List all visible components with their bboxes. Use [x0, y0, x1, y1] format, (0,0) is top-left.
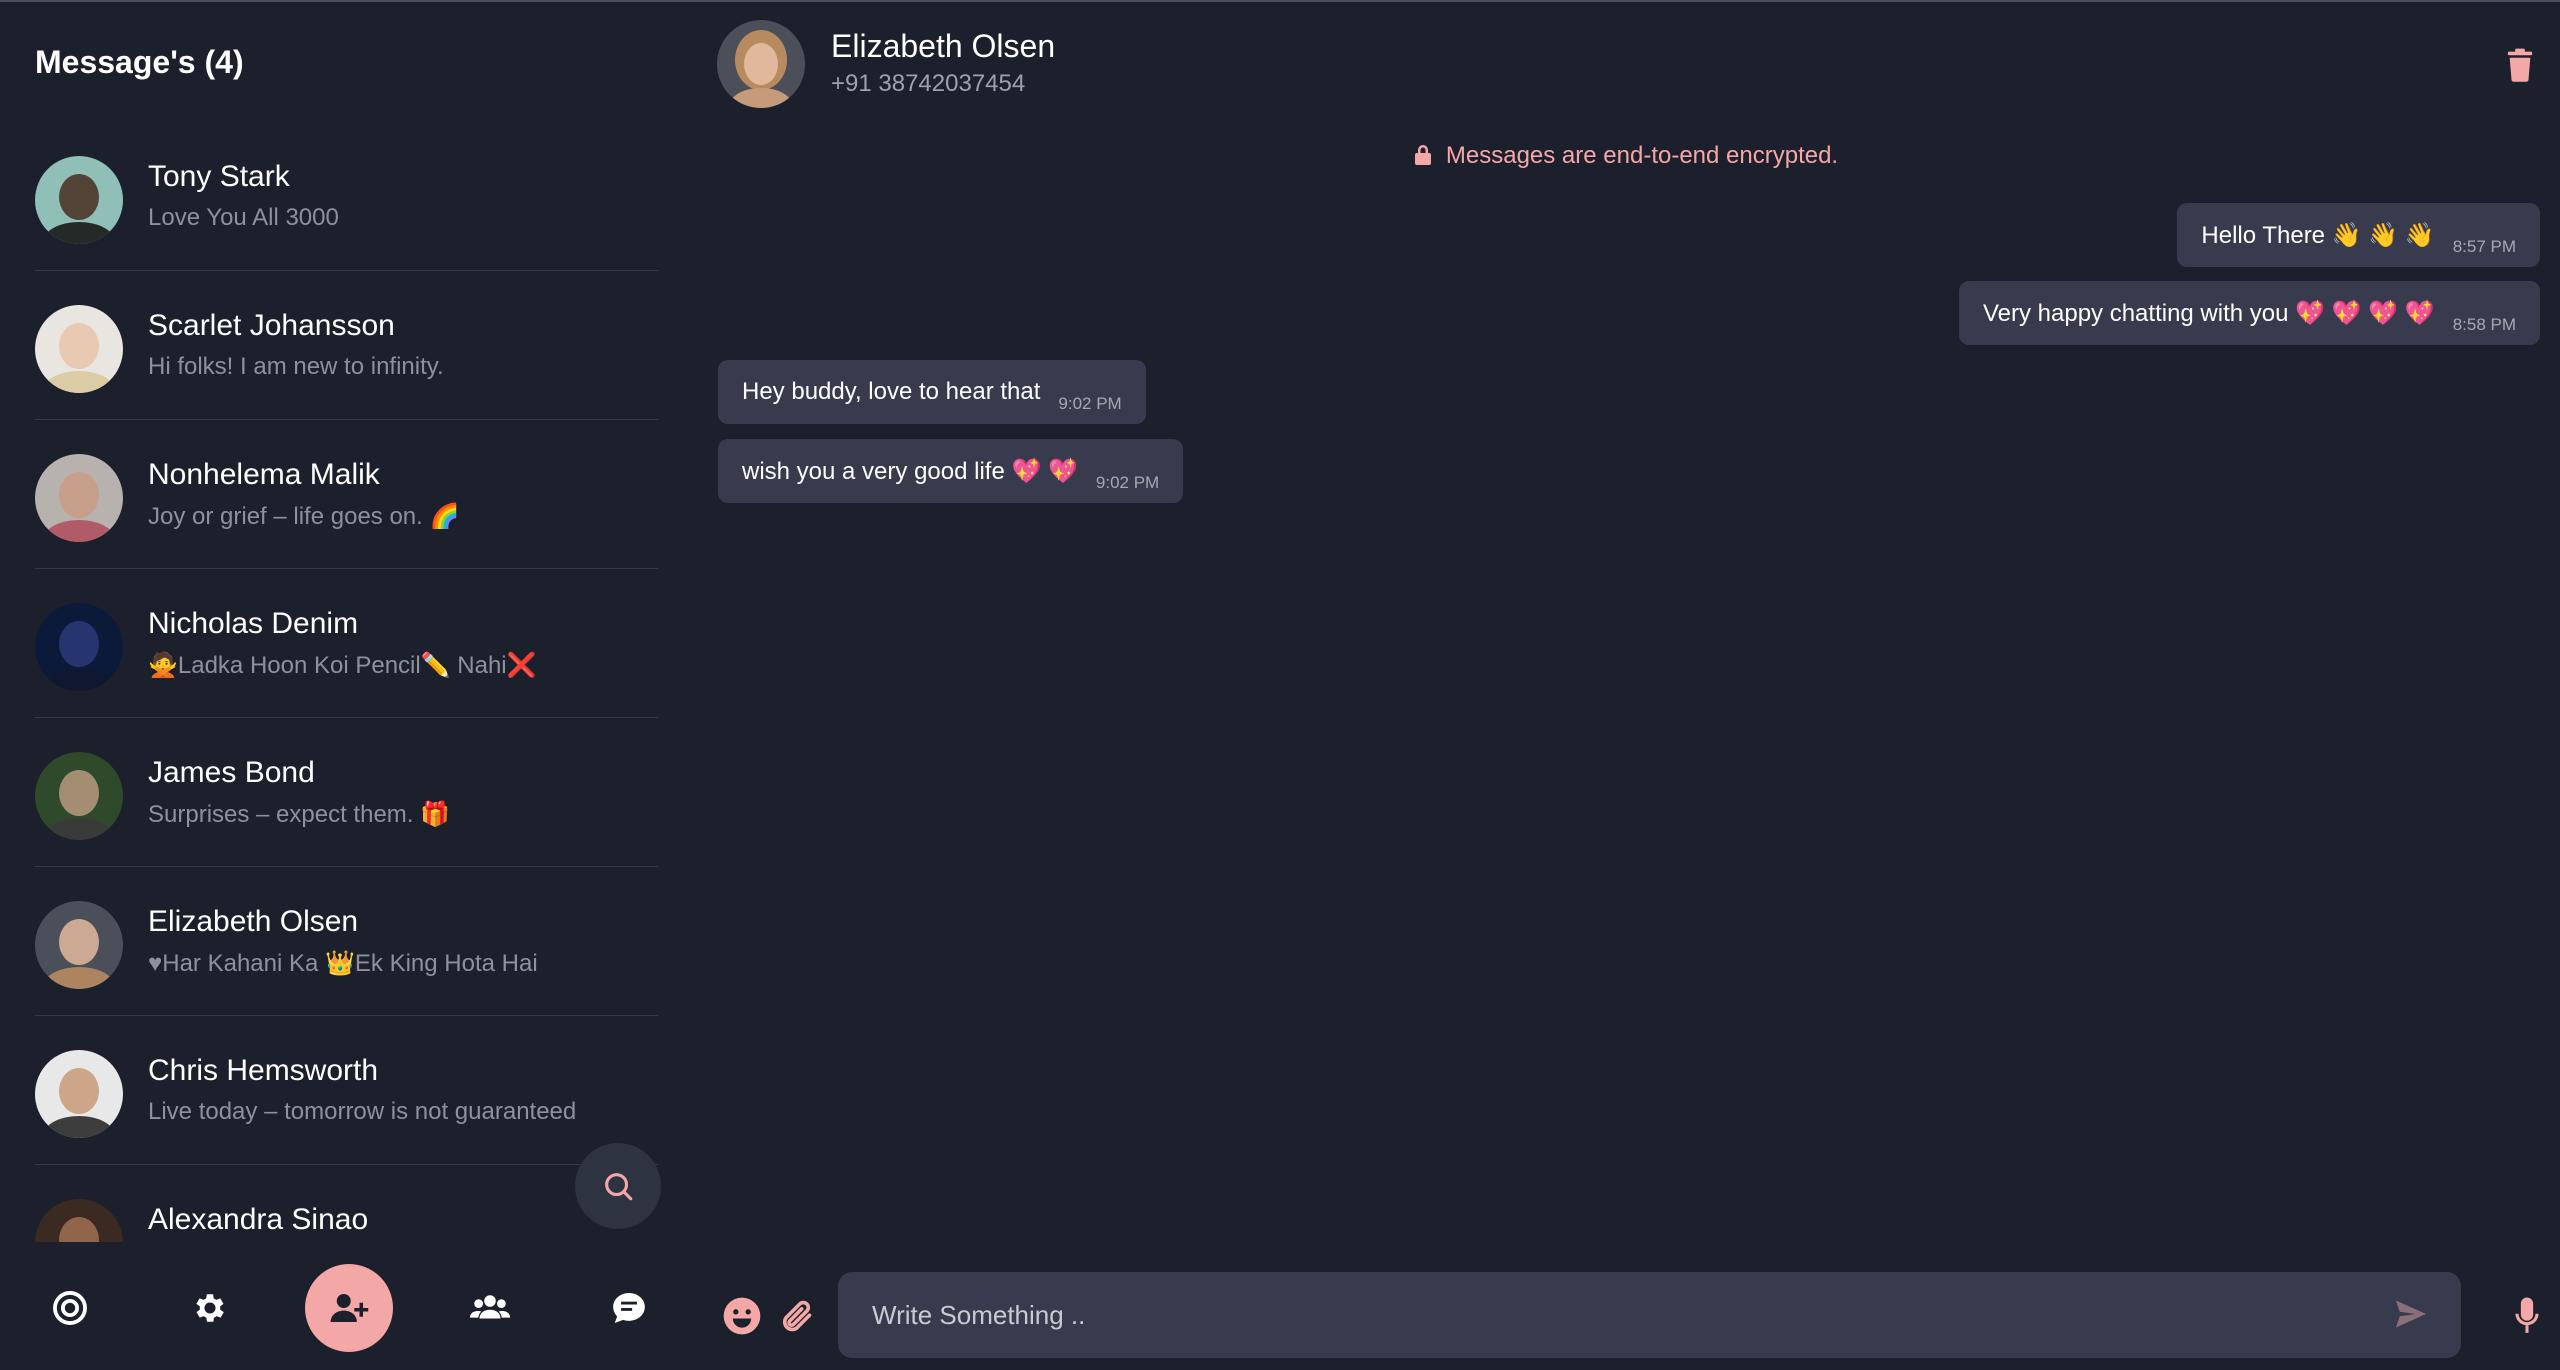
contact-last-message: Live today – tomorrow is not guaranteed. — [148, 1098, 578, 1125]
contact-name: Elizabeth Olsen — [148, 905, 359, 938]
emoji-icon — [723, 1297, 761, 1335]
add-user-icon — [330, 1294, 369, 1322]
message-text: Hey buddy, love to hear that — [742, 378, 1041, 405]
send-button[interactable] — [2393, 1296, 2433, 1336]
contact-name: Chris Hemsworth — [148, 1054, 379, 1087]
trash-icon — [2507, 48, 2533, 82]
message-text: Very happy chatting with you 💖 💖 💖 💖 — [1982, 299, 2435, 327]
settings-button[interactable] — [166, 1264, 254, 1352]
search-button[interactable] — [575, 1143, 661, 1229]
contact-list[interactable]: Tony Stark Love You All 3000 Scarlet Joh… — [0, 122, 692, 1242]
chat-contact-name: Elizabeth Olsen — [831, 28, 1056, 64]
avatar — [35, 156, 123, 244]
message-time: 8:58 PM — [2452, 315, 2516, 334]
avatar — [35, 454, 123, 542]
contact-name: Nonhelema Malik — [148, 458, 380, 491]
message-text: wish you a very good life 💖 💖 — [742, 457, 1078, 485]
lock-icon — [1414, 144, 1432, 173]
avatar — [35, 1199, 123, 1242]
encryption-notice: Messages are end-to-end encrypted. — [692, 142, 2560, 173]
message-composer — [838, 1272, 2461, 1358]
groups-icon — [469, 1295, 511, 1319]
avatar — [35, 901, 123, 989]
contact-name: Tony Stark — [148, 160, 290, 193]
sidebar-title: Message's (4) — [35, 44, 244, 80]
message-time: 9:02 PM — [1058, 394, 1122, 413]
encryption-notice-text: Messages are end-to-end encrypted. — [1445, 142, 1839, 169]
contact-item[interactable]: Scarlet Johansson Hi folks! I am new to … — [35, 271, 658, 420]
message-bubble-received[interactable]: wish you a very good life 💖 💖 9:02 PM — [718, 439, 1184, 503]
contact-name: Alexandra Sinao — [148, 1203, 369, 1236]
avatar — [35, 603, 123, 691]
contact-last-message: Surprises – expect them. 🎁 — [148, 801, 451, 828]
status-button[interactable] — [26, 1264, 114, 1352]
contact-item[interactable]: Alexandra Sinao — [35, 1165, 658, 1242]
chat-contact-avatar[interactable] — [717, 20, 805, 108]
chat-panel: Elizabeth Olsen +91 38742037454 Messages… — [692, 2, 2560, 1368]
attach-button[interactable] — [774, 1294, 818, 1338]
message-bubble-sent[interactable]: Very happy chatting with you 💖 💖 💖 💖 8:5… — [1958, 281, 2540, 345]
send-icon — [2396, 1300, 2426, 1328]
avatar-image — [717, 20, 805, 108]
contact-item[interactable]: Elizabeth Olsen ♥Har Kahani Ka 👑Ek King … — [35, 867, 658, 1016]
paperclip-icon — [782, 1300, 812, 1332]
contact-item[interactable]: Nonhelema Malik Joy or grief – life goes… — [35, 420, 658, 569]
contact-item[interactable]: Tony Stark Love You All 3000 — [35, 122, 658, 271]
message-text: Hello There 👋 👋 👋 — [2201, 221, 2435, 249]
voice-record-button[interactable] — [2505, 1294, 2549, 1338]
chats-icon — [613, 1292, 645, 1324]
sidebar: Message's (4) Tony Stark Love You All 30… — [0, 2, 692, 1370]
contact-name: Scarlet Johansson — [148, 309, 395, 342]
message-time: 9:02 PM — [1095, 473, 1160, 492]
avatar — [35, 752, 123, 840]
contact-name: Nicholas Denim — [148, 607, 359, 640]
status-icon — [53, 1291, 87, 1325]
chat-contact-phone: +91 38742037454 — [831, 70, 1026, 97]
message-time: 8:57 PM — [2452, 237, 2516, 256]
bottom-nav — [0, 1246, 692, 1370]
chats-button[interactable] — [585, 1264, 673, 1352]
delete-chat-button[interactable] — [2505, 48, 2535, 82]
emoji-button[interactable] — [720, 1294, 764, 1338]
microphone-icon — [2515, 1297, 2539, 1333]
settings-icon — [196, 1294, 224, 1322]
groups-button[interactable] — [446, 1264, 534, 1352]
contact-last-message: ♥Har Kahani Ka 👑Ek King Hota Hai — [148, 950, 538, 977]
contact-last-message: 🙅Ladka Hoon Koi Pencil✏️ Nahi❌ — [148, 652, 537, 679]
contact-name: James Bond — [148, 756, 315, 789]
message-bubble-sent[interactable]: Hello There 👋 👋 👋 8:57 PM — [2177, 203, 2540, 267]
contact-last-message: Hi folks! I am new to infinity. — [148, 353, 444, 380]
search-icon — [605, 1173, 633, 1201]
avatar — [35, 1050, 123, 1138]
avatar — [35, 305, 123, 393]
contact-item[interactable]: Nicholas Denim 🙅Ladka Hoon Koi Pencil✏️ … — [35, 569, 658, 718]
contact-last-message: Love You All 3000 — [148, 204, 339, 231]
contact-last-message: Joy or grief – life goes on. 🌈 — [148, 503, 460, 530]
message-bubble-received[interactable]: Hey buddy, love to hear that 9:02 PM — [718, 360, 1146, 424]
add-contact-button[interactable] — [305, 1264, 393, 1352]
contact-item[interactable]: Chris Hemsworth Live today – tomorrow is… — [35, 1016, 658, 1165]
contact-item[interactable]: James Bond Surprises – expect them. 🎁 — [35, 718, 658, 867]
message-input[interactable] — [870, 1272, 2350, 1358]
